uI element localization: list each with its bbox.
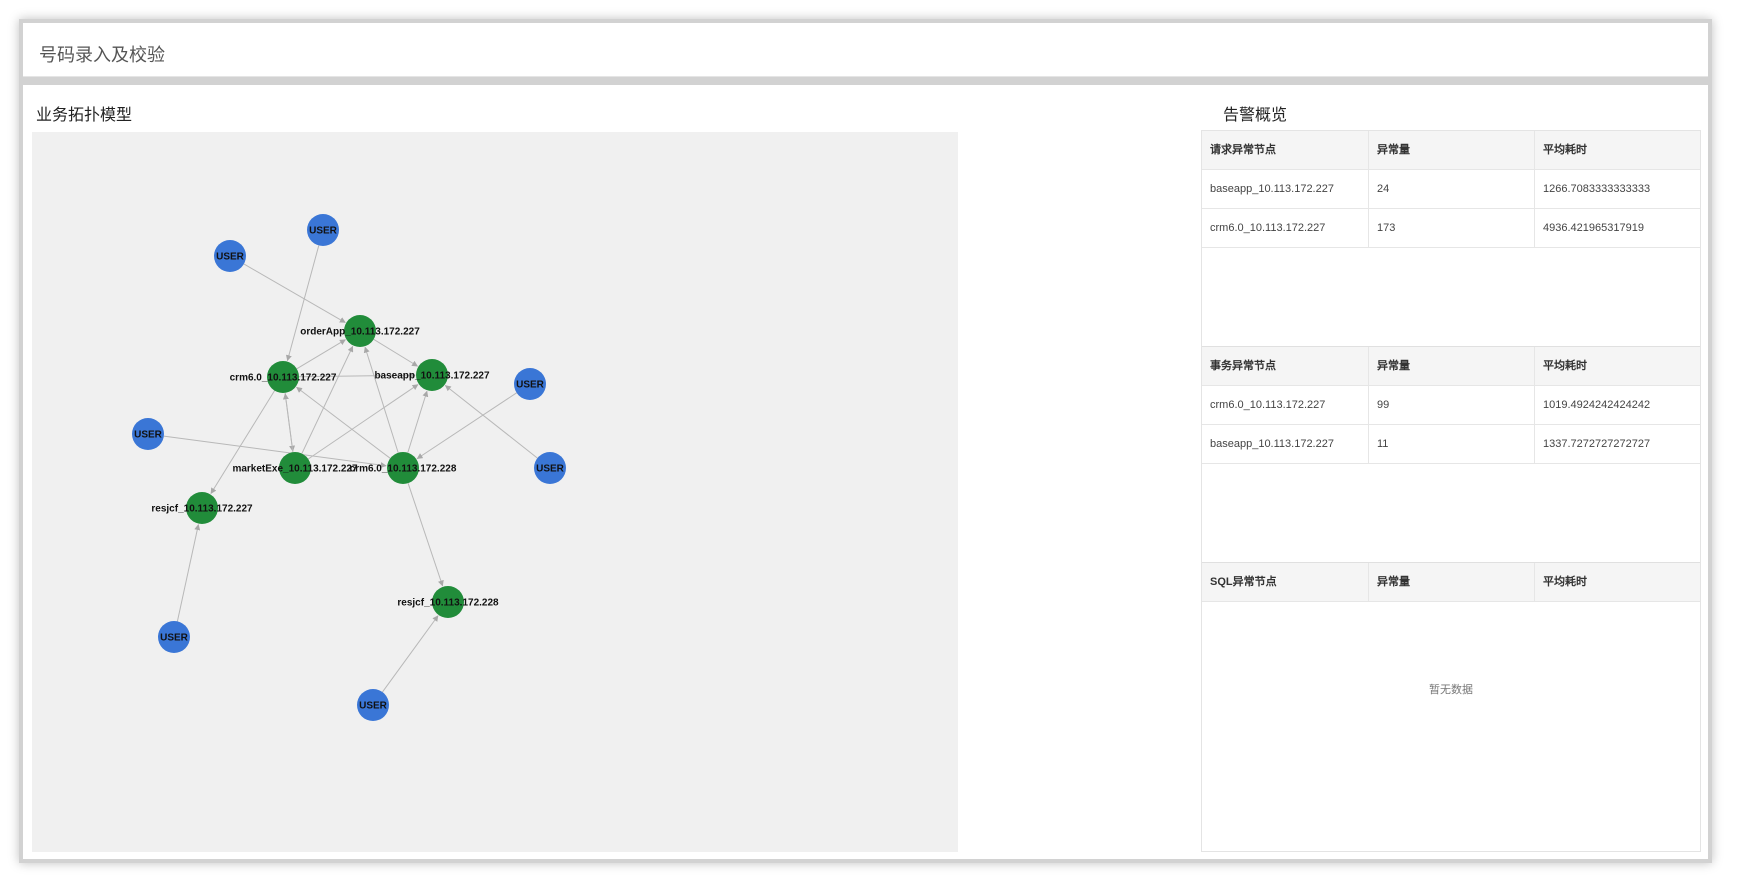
avg-time-cell: 1266.7083333333333 [1543, 183, 1651, 195]
app-node-label: marketExe_10.113.172.227 [232, 464, 358, 475]
user-node-label: USER [309, 226, 338, 237]
app-node-label: orderApp_10.113.172.227 [300, 327, 420, 338]
topology-edge [307, 384, 419, 460]
topology-edge [296, 339, 346, 370]
avg-time-cell: 1337.7272727272727 [1543, 438, 1651, 450]
topology-edge [210, 390, 276, 495]
topology-edge [407, 483, 444, 587]
table-row[interactable]: crm6.0_10.113.172.227 99 1019.4924242424… [1202, 386, 1700, 425]
page-title: 号码录入及校验 [39, 45, 165, 65]
avg-time-cell: 4936.421965317919 [1543, 222, 1644, 234]
topology-title: 业务拓扑模型 [36, 107, 133, 124]
user-node[interactable]: USER [158, 621, 190, 653]
user-node-label: USER [536, 464, 565, 475]
count-cell: 11 [1369, 425, 1535, 463]
request-anomaly-table: 请求异常节点 异常量 平均耗时 baseapp_10.113.172.227 2… [1202, 131, 1700, 248]
user-node-label: USER [516, 380, 545, 391]
page-frame: 号码录入及校验 业务拓扑模型 USER USER USER USER USER USER U… [19, 19, 1712, 863]
user-node-label: USER [134, 430, 163, 441]
app-node-label: resjcf_10.113.172.227 [151, 504, 253, 515]
count-cell: 99 [1369, 386, 1535, 424]
node-cell: crm6.0_10.113.172.227 [1202, 386, 1369, 424]
topology-canvas[interactable]: USER USER USER USER USER USER USER orderApp_10.… [32, 132, 958, 852]
table-row[interactable]: baseapp_10.113.172.227 24 1266.708333333… [1202, 170, 1700, 209]
column-header: 平均耗时 [1543, 576, 1587, 588]
topology-graph[interactable]: USER USER USER USER USER USER USER orderApp_10.… [32, 132, 958, 852]
topology-edge [301, 345, 354, 454]
topology-edge [382, 615, 439, 693]
app-node-label: resjcf_10.113.172.228 [397, 598, 499, 609]
user-node-label: USER [160, 633, 189, 644]
user-node[interactable]: USER [514, 368, 546, 400]
topology-edge [285, 245, 320, 362]
column-header: 事务异常节点 [1202, 347, 1369, 385]
alerts-panel: 请求异常节点 异常量 平均耗时 baseapp_10.113.172.227 2… [1201, 130, 1701, 852]
user-node[interactable]: USER [534, 452, 566, 484]
app-node-label: crm6.0_10.113.172.227 [230, 373, 337, 384]
topology-edge [363, 346, 399, 453]
table-header-row: SQL异常节点 异常量 平均耗时 [1202, 563, 1700, 602]
node-cell: crm6.0_10.113.172.227 [1202, 209, 1369, 247]
column-header: 平均耗时 [1543, 360, 1587, 372]
topology-edge [282, 393, 294, 453]
column-header: 异常量 [1369, 131, 1535, 169]
column-header: 平均耗时 [1543, 144, 1587, 156]
user-node[interactable]: USER [357, 689, 389, 721]
app-node-label: baseapp_10.113.172.227 [374, 371, 490, 382]
topology-edge [407, 390, 429, 453]
app-node-label: crm6.0_10.113.172.228 [350, 464, 457, 475]
sql-anomaly-table: SQL异常节点 异常量 平均耗时 [1202, 563, 1700, 602]
topology-edge [163, 435, 387, 469]
column-header: 请求异常节点 [1202, 131, 1369, 169]
count-cell: 173 [1369, 209, 1535, 247]
table-header-row: 事务异常节点 异常量 平均耗时 [1202, 347, 1700, 386]
topology-edge [373, 338, 419, 367]
empty-state-text: 暂无数据 [1429, 684, 1473, 696]
user-node-label: USER [359, 701, 388, 712]
user-node[interactable]: USER [214, 240, 246, 272]
topology-nodes: USER USER USER USER USER USER USER orderApp_10.… [132, 214, 566, 721]
node-cell: baseapp_10.113.172.227 [1202, 425, 1369, 463]
table-header-row: 请求异常节点 异常量 平均耗时 [1202, 131, 1700, 170]
column-header: 异常量 [1369, 347, 1535, 385]
transaction-anomaly-table: 事务异常节点 异常量 平均耗时 crm6.0_10.113.172.227 99… [1202, 347, 1700, 464]
table-row[interactable]: crm6.0_10.113.172.227 173 4936.421965317… [1202, 209, 1700, 248]
page-header: 号码录入及校验 [23, 23, 1708, 77]
column-header: 异常量 [1369, 563, 1535, 601]
topology-edge [296, 386, 391, 459]
topology-edge [243, 263, 346, 323]
node-cell: baseapp_10.113.172.227 [1202, 170, 1369, 208]
table-row[interactable]: baseapp_10.113.172.227 11 1337.727272727… [1202, 425, 1700, 464]
avg-time-cell: 1019.4924242424242 [1543, 399, 1651, 411]
alerts-title: 告警概览 [1223, 107, 1288, 124]
user-node-label: USER [216, 252, 245, 263]
user-node[interactable]: USER [132, 418, 164, 450]
topology-edge [176, 524, 201, 622]
user-node[interactable]: USER [307, 214, 339, 246]
main-content: 业务拓扑模型 USER USER USER USER USER USER USER order… [23, 85, 1708, 859]
count-cell: 24 [1369, 170, 1535, 208]
column-header: SQL异常节点 [1202, 563, 1369, 601]
